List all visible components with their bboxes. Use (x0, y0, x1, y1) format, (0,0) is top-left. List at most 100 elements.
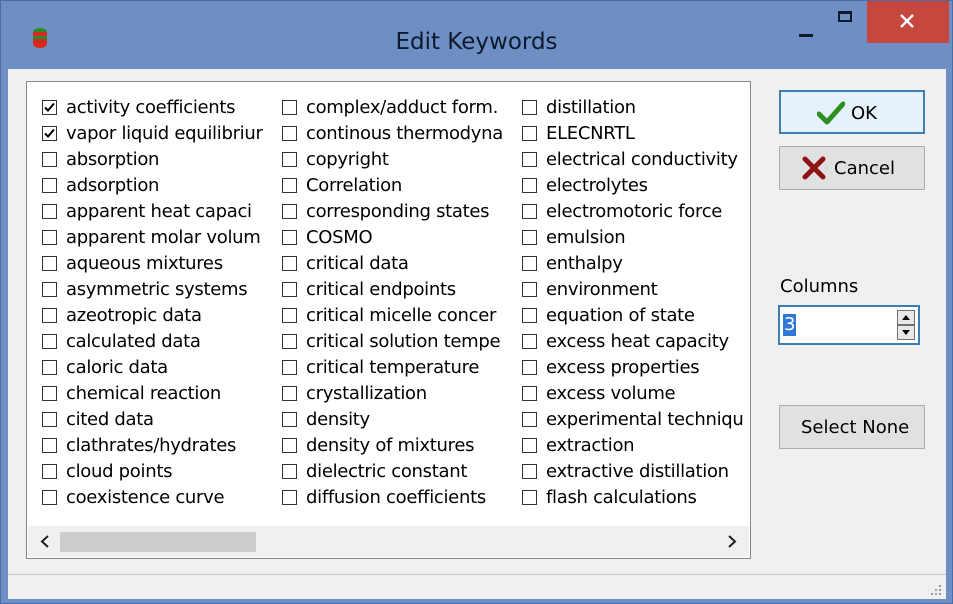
checkbox[interactable] (522, 334, 537, 349)
columns-value[interactable]: 3 (783, 314, 797, 336)
checkbox[interactable] (42, 230, 57, 245)
keyword-item[interactable]: equation of state (522, 305, 744, 331)
keyword-item[interactable]: critical temperature (282, 357, 514, 383)
keyword-item[interactable]: apparent molar volum (42, 227, 274, 253)
keyword-item[interactable]: caloric data (42, 357, 274, 383)
scroll-thumb[interactable] (60, 532, 256, 552)
keyword-item[interactable]: apparent heat capaci (42, 201, 274, 227)
keyword-item[interactable]: excess heat capacity (522, 331, 744, 357)
keyword-item[interactable]: aqueous mixtures (42, 253, 274, 279)
keyword-item[interactable]: extraction (522, 435, 744, 461)
keyword-item[interactable]: adsorption (42, 175, 274, 201)
checkbox[interactable] (42, 334, 57, 349)
checkbox[interactable] (282, 230, 297, 245)
keyword-item[interactable]: absorption (42, 149, 274, 175)
keyword-item[interactable]: coexistence curve (42, 487, 274, 513)
checkbox[interactable] (282, 360, 297, 375)
checkbox[interactable] (42, 412, 57, 427)
checkbox[interactable] (282, 204, 297, 219)
keyword-item[interactable]: continous thermodyna (282, 123, 514, 149)
keyword-item[interactable]: azeotropic data (42, 305, 274, 331)
select-none-button[interactable]: Select None (779, 405, 925, 449)
checkbox[interactable] (522, 178, 537, 193)
close-button[interactable] (867, 1, 949, 43)
checkbox-checked[interactable] (42, 126, 57, 141)
checkbox[interactable] (522, 230, 537, 245)
checkbox[interactable] (282, 438, 297, 453)
checkbox[interactable] (282, 282, 297, 297)
keyword-item[interactable]: critical micelle concer (282, 305, 514, 331)
keyword-item[interactable]: experimental techniqu (522, 409, 744, 435)
keyword-item[interactable]: COSMO (282, 227, 514, 253)
checkbox[interactable] (42, 308, 57, 323)
checkbox[interactable] (42, 204, 57, 219)
spin-down-button[interactable] (897, 325, 915, 340)
keyword-item[interactable]: chemical reaction (42, 383, 274, 409)
ok-button[interactable]: OK (779, 90, 925, 134)
checkbox[interactable] (42, 464, 57, 479)
keyword-item[interactable]: excess properties (522, 357, 744, 383)
keyword-item[interactable]: enthalpy (522, 253, 744, 279)
keyword-item[interactable]: electromotoric force (522, 201, 744, 227)
keywords-checklist[interactable]: activity coefficients vapor liquid equili… (26, 81, 751, 559)
horizontal-scrollbar[interactable] (28, 526, 749, 557)
checkbox[interactable] (282, 178, 297, 193)
keyword-item[interactable]: Correlation (282, 175, 514, 201)
checkbox[interactable] (282, 412, 297, 427)
checkbox[interactable] (282, 334, 297, 349)
keyword-item[interactable]: cited data (42, 409, 274, 435)
checkbox[interactable] (522, 438, 537, 453)
checkbox[interactable] (282, 152, 297, 167)
checkbox[interactable] (522, 126, 537, 141)
checkbox[interactable] (282, 126, 297, 141)
checkbox[interactable] (42, 490, 57, 505)
scroll-right-button[interactable] (717, 526, 745, 557)
checkbox[interactable] (522, 360, 537, 375)
keyword-item[interactable]: cloud points (42, 461, 274, 487)
keyword-item[interactable]: vapor liquid equilibriur (42, 123, 274, 149)
keyword-item[interactable]: crystallization (282, 383, 514, 409)
checkbox[interactable] (522, 490, 537, 505)
checkbox[interactable] (522, 152, 537, 167)
maximize-button[interactable] (826, 1, 872, 41)
checkbox[interactable] (42, 152, 57, 167)
keyword-item[interactable]: calculated data (42, 331, 274, 357)
checkbox[interactable] (522, 464, 537, 479)
keyword-item[interactable]: excess volume (522, 383, 744, 409)
keyword-item[interactable]: critical solution tempe (282, 331, 514, 357)
checkbox[interactable] (522, 100, 537, 115)
keyword-item[interactable]: electrical conductivity (522, 149, 744, 175)
keyword-item[interactable]: complex/adduct form. (282, 97, 514, 123)
title-bar[interactable]: Edit Keywords (1, 1, 952, 69)
checkbox[interactable] (522, 386, 537, 401)
columns-spinner[interactable]: 3 (778, 305, 920, 345)
checkbox[interactable] (42, 386, 57, 401)
keyword-item[interactable]: critical data (282, 253, 514, 279)
keyword-item[interactable]: ELECNRTL (522, 123, 744, 149)
checkbox[interactable] (282, 308, 297, 323)
checkbox[interactable] (42, 256, 57, 271)
checkbox[interactable] (42, 438, 57, 453)
keyword-item[interactable]: flash calculations (522, 487, 744, 513)
scroll-left-button[interactable] (32, 526, 60, 557)
keyword-item[interactable]: critical endpoints (282, 279, 514, 305)
keyword-item[interactable]: corresponding states (282, 201, 514, 227)
checkbox[interactable] (42, 360, 57, 375)
keyword-item[interactable]: activity coefficients (42, 97, 274, 123)
checkbox[interactable] (282, 386, 297, 401)
keyword-item[interactable]: distillation (522, 97, 744, 123)
checkbox-checked[interactable] (42, 100, 57, 115)
resize-grip-icon[interactable] (930, 584, 942, 596)
keyword-item[interactable]: asymmetric systems (42, 279, 274, 305)
keyword-item[interactable]: dielectric constant (282, 461, 514, 487)
keyword-item[interactable]: density (282, 409, 514, 435)
keyword-item[interactable]: diffusion coefficients (282, 487, 514, 513)
checkbox[interactable] (282, 100, 297, 115)
checkbox[interactable] (282, 490, 297, 505)
spin-up-button[interactable] (897, 310, 915, 325)
checkbox[interactable] (42, 282, 57, 297)
checkbox[interactable] (522, 282, 537, 297)
checkbox[interactable] (522, 412, 537, 427)
checkbox[interactable] (42, 178, 57, 193)
checkbox[interactable] (522, 308, 537, 323)
